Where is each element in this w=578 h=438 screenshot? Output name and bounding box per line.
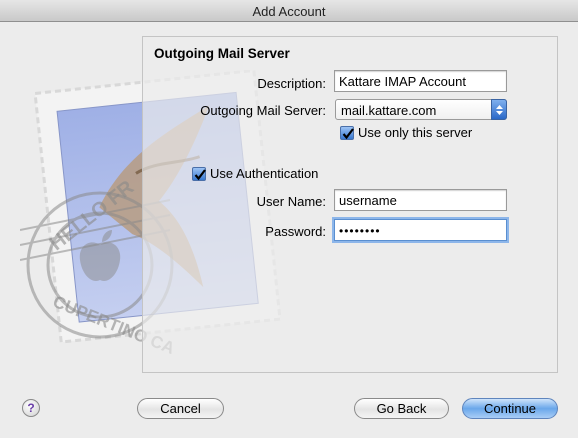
password-label: Password: [265,224,326,239]
description-field[interactable]: Kattare IMAP Account [334,70,507,92]
cancel-button[interactable]: Cancel [137,398,224,419]
title-bar: Add Account [0,0,578,22]
section-title: Outgoing Mail Server [154,46,290,61]
username-value: username [339,193,397,208]
description-value: Kattare IMAP Account [339,74,466,89]
username-field[interactable]: username [334,189,507,211]
use-authentication-checkbox[interactable] [192,167,206,181]
outgoing-server-label: Outgoing Mail Server: [200,103,326,118]
username-label: User Name: [256,194,326,209]
help-button[interactable]: ? [22,399,40,417]
checkmark-icon [194,169,206,181]
window-title: Add Account [252,4,326,19]
continue-button[interactable]: Continue [462,398,558,419]
use-authentication-label: Use Authentication [210,166,319,181]
description-label: Description: [257,76,326,91]
password-field[interactable]: •••••••• [334,219,507,241]
go-back-button[interactable]: Go Back [354,398,449,419]
use-only-server-label: Use only this server [358,125,473,140]
outgoing-server-popup[interactable]: mail.kattare.com [335,99,507,120]
use-only-server-checkbox[interactable] [340,126,354,140]
password-value: •••••••• [339,224,381,238]
chevron-down-icon[interactable] [491,99,507,120]
checkmark-icon [342,128,354,140]
outgoing-server-value: mail.kattare.com [341,103,437,118]
